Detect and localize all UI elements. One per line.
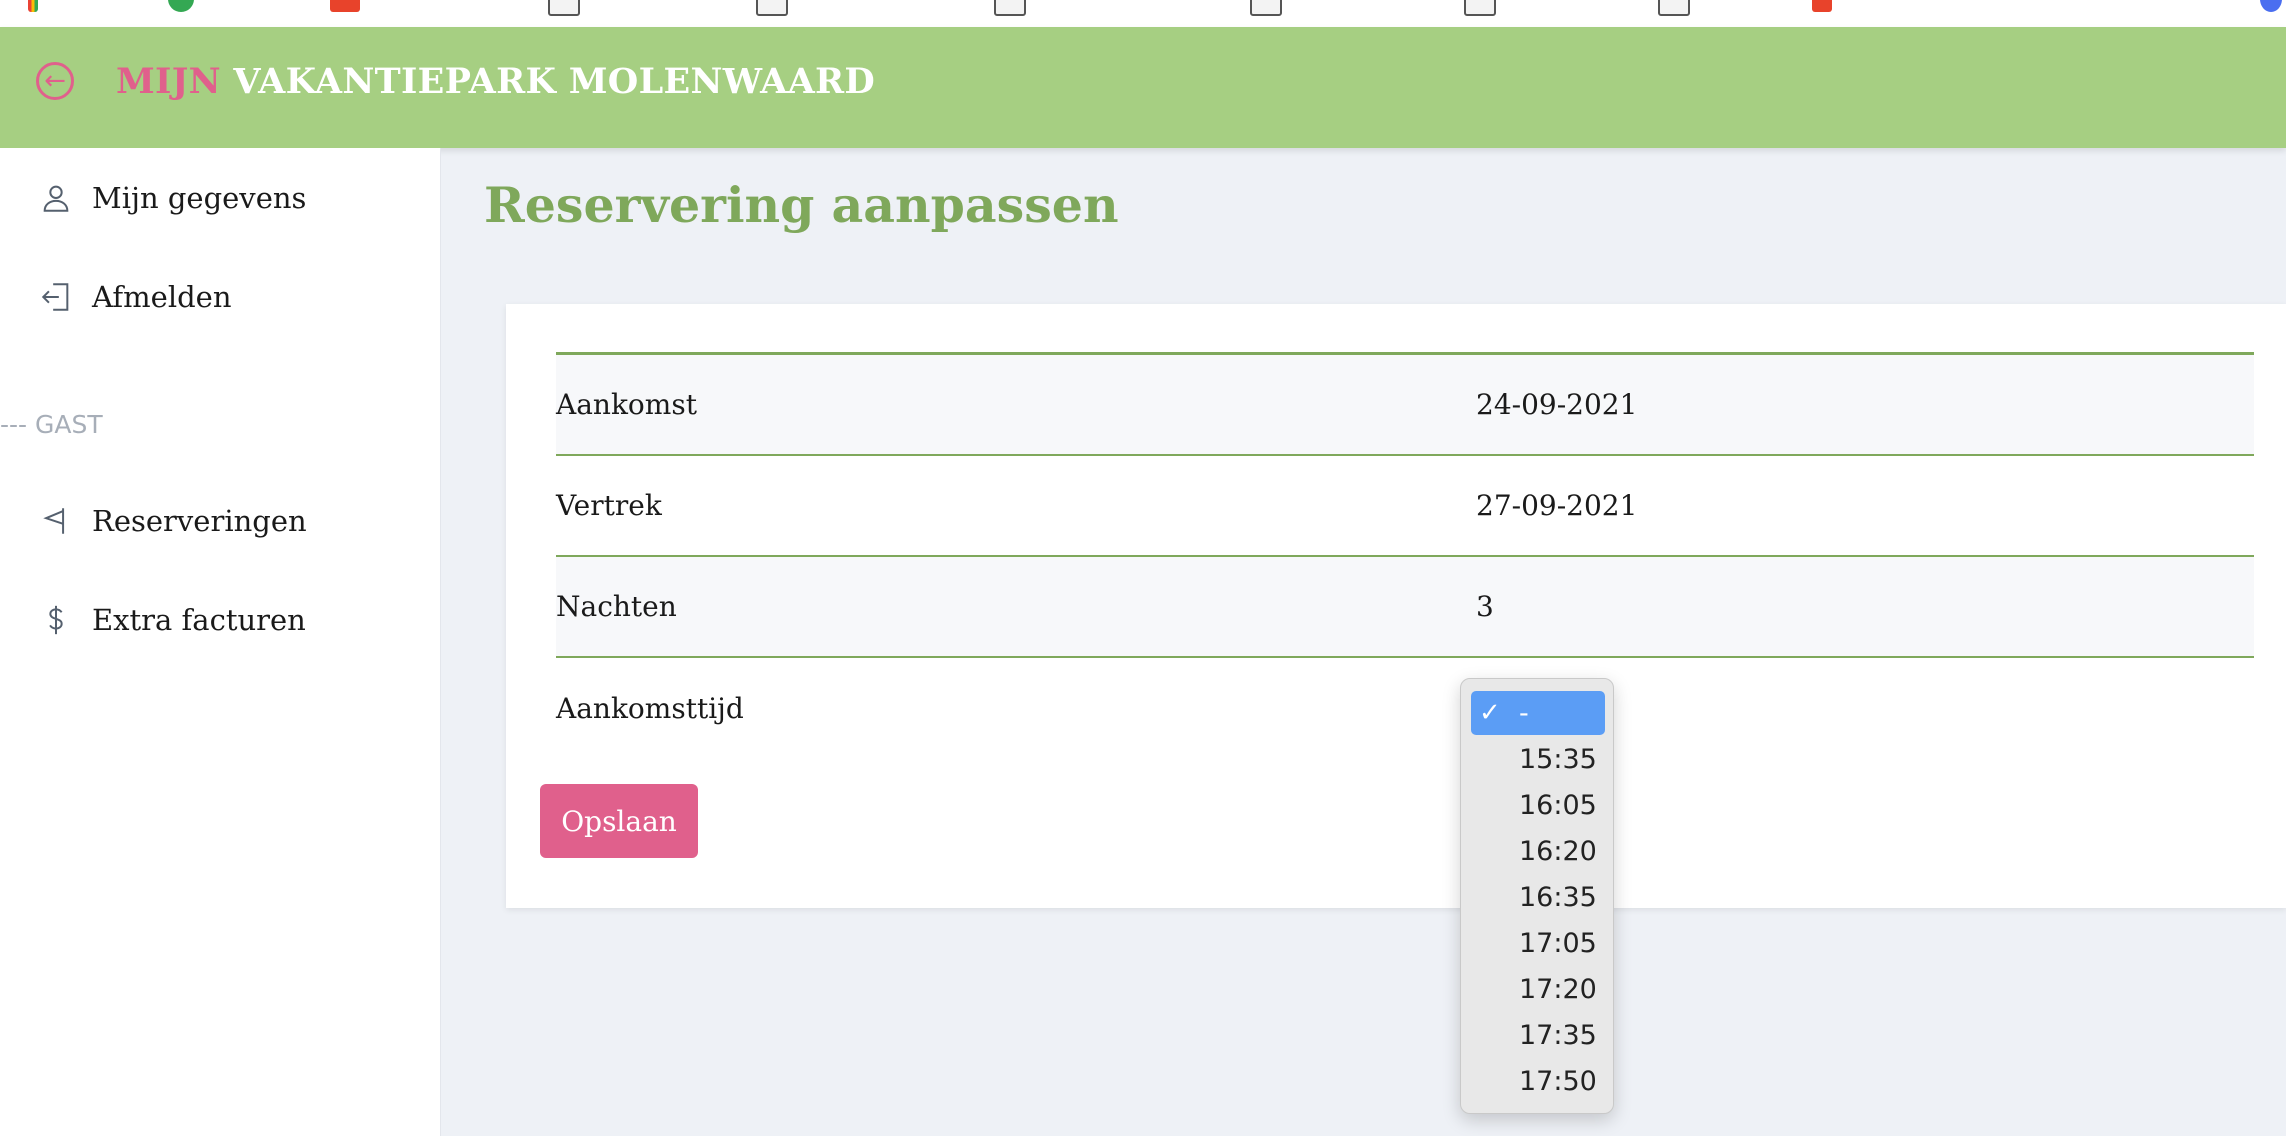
folder-icon[interactable] (756, 0, 788, 16)
back-button[interactable]: ← (36, 62, 74, 100)
sidebar-section-gast: --- GAST (0, 410, 103, 439)
table-row: Aankomsttijd (556, 658, 2254, 759)
bookmark-icon[interactable] (168, 0, 194, 12)
browser-bookmarks-bar (0, 0, 2286, 28)
folder-icon[interactable] (1250, 0, 1282, 16)
sidebar-item-extra-facturen[interactable]: Extra facturen (36, 590, 306, 650)
select-option[interactable]: 15:35 (1471, 737, 1605, 781)
folder-icon[interactable] (994, 0, 1026, 16)
sidebar-item-label: Mijn gegevens (92, 181, 307, 215)
sidebar-item-label: Reserveringen (92, 504, 307, 538)
table-row: Nachten 3 (556, 557, 2254, 658)
select-option[interactable]: 16:05 (1471, 783, 1605, 827)
select-option[interactable]: 16:20 (1471, 829, 1605, 873)
brand-name: VAKANTIEPARK MOLENWAARD (233, 61, 876, 102)
select-option-selected[interactable]: ✓ - (1471, 691, 1605, 735)
user-icon (36, 178, 76, 218)
folder-icon[interactable] (548, 0, 580, 16)
page-title: Reservering aanpassen (484, 176, 1119, 234)
flag-icon (36, 501, 76, 541)
dollar-icon (36, 600, 76, 640)
reservation-table: Aankomst 24-09-2021 Vertrek 27-09-2021 N… (556, 352, 2254, 759)
top-header: ← MIJN VAKANTIEPARK MOLENWAARD (0, 27, 2286, 148)
row-label: Vertrek (556, 489, 662, 522)
logout-icon (36, 277, 76, 317)
select-option[interactable]: 17:50 (1471, 1059, 1605, 1103)
bookmark-icon[interactable] (2260, 0, 2282, 12)
sidebar-item-afmelden[interactable]: Afmelden (36, 267, 232, 327)
row-label: Nachten (556, 590, 677, 623)
row-value: 3 (1476, 590, 1494, 623)
arrival-time-select-dropdown[interactable]: ✓ - 15:35 16:05 16:20 16:35 17:05 17:20 … (1460, 678, 1614, 1114)
sidebar-item-mijn-gegevens[interactable]: Mijn gegevens (36, 168, 306, 228)
option-label: - (1519, 697, 1529, 729)
checkmark-icon: ✓ (1479, 698, 1501, 728)
bookmark-icon[interactable] (330, 0, 360, 12)
save-button[interactable]: Opslaan (540, 784, 698, 858)
row-label: Aankomsttijd (556, 692, 744, 725)
sidebar-item-label: Extra facturen (92, 603, 306, 637)
brand-highlight: MIJN (116, 61, 221, 102)
apps-icon[interactable] (28, 0, 38, 12)
table-row: Aankomst 24-09-2021 (556, 355, 2254, 456)
arrow-left-icon: ← (44, 66, 66, 96)
select-option[interactable]: 17:35 (1471, 1013, 1605, 1057)
reservation-card: Aankomst 24-09-2021 Vertrek 27-09-2021 N… (506, 304, 2286, 908)
row-label: Aankomst (556, 388, 697, 421)
bookmark-icon[interactable] (1812, 0, 1832, 12)
sidebar: Mijn gegevens Afmelden --- GAST Reserver… (0, 148, 441, 1136)
table-row: Vertrek 27-09-2021 (556, 456, 2254, 557)
select-option[interactable]: 17:05 (1471, 921, 1605, 965)
select-option[interactable]: 16:35 (1471, 875, 1605, 919)
row-value: 27-09-2021 (1476, 489, 1638, 522)
sidebar-item-reserveringen[interactable]: Reserveringen (36, 491, 307, 551)
folder-icon[interactable] (1658, 0, 1690, 16)
sidebar-item-label: Afmelden (92, 280, 232, 314)
row-value: 24-09-2021 (1476, 388, 1638, 421)
brand-title[interactable]: MIJN VAKANTIEPARK MOLENWAARD (116, 61, 875, 102)
select-option[interactable]: 17:20 (1471, 967, 1605, 1011)
folder-icon[interactable] (1464, 0, 1496, 16)
